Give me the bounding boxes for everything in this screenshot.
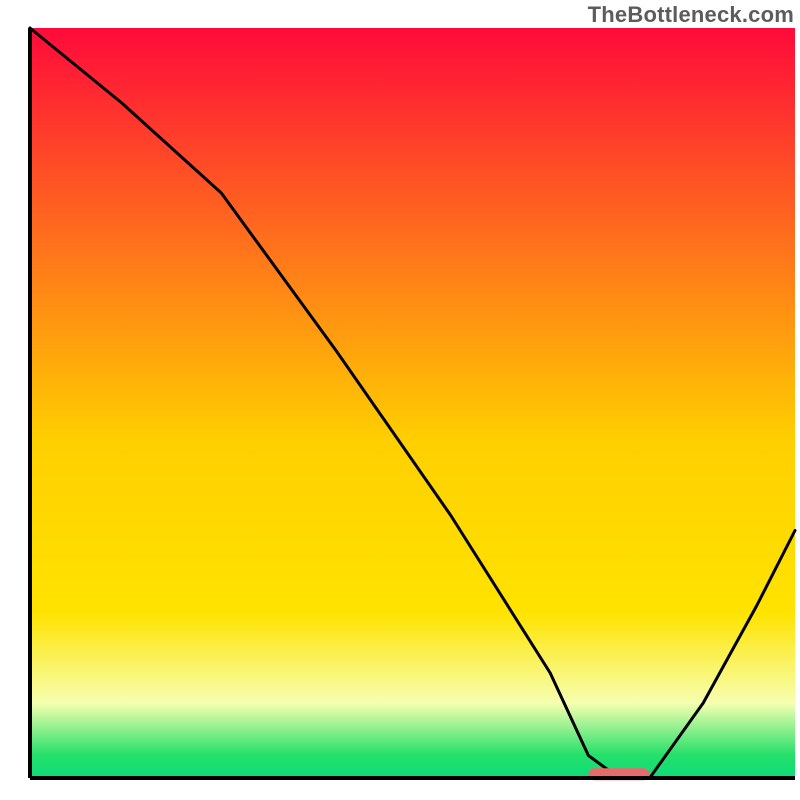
plot-background <box>30 28 795 778</box>
bottleneck-chart <box>0 0 800 800</box>
chart-root: TheBottleneck.com <box>0 0 800 800</box>
watermark-text: TheBottleneck.com <box>588 2 794 28</box>
